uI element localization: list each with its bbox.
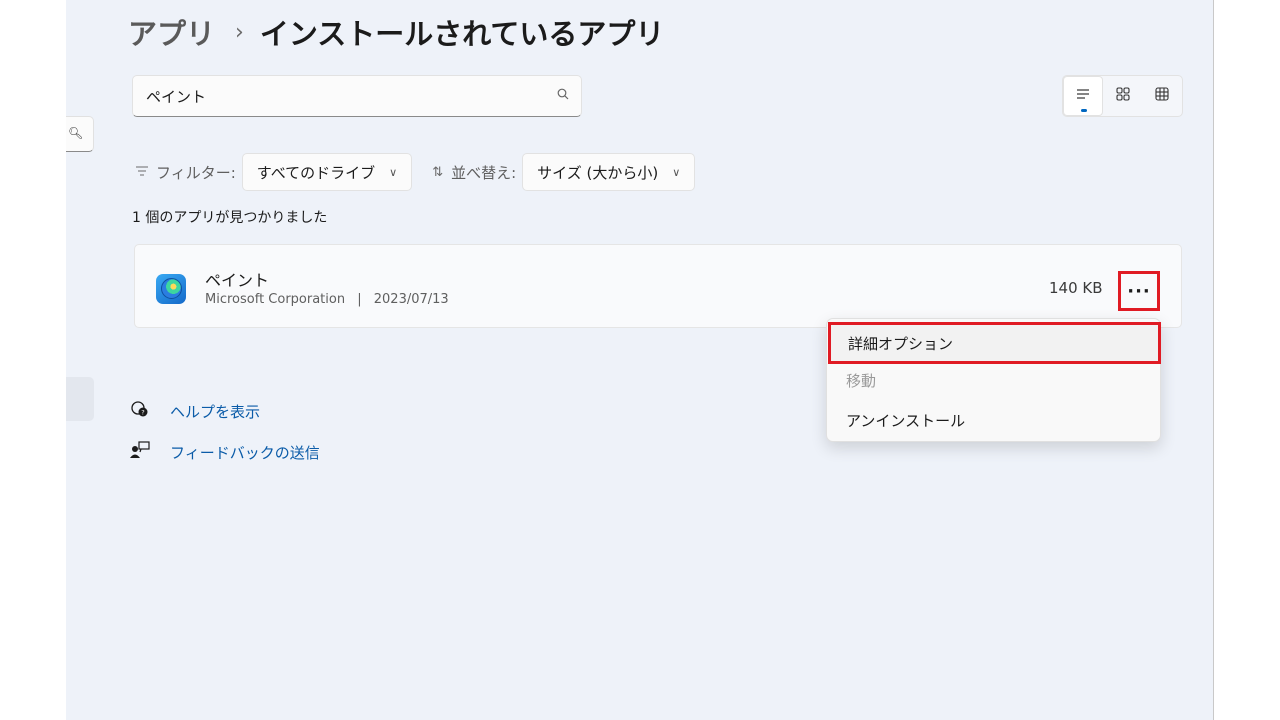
filter-dropdown-value: すべてのドライブ [256,163,376,182]
sort-icon: ⇅ [432,164,444,180]
grid-view-button[interactable] [1103,76,1143,116]
paint-app-icon [156,274,186,304]
chevron-down-icon: ∨ [389,165,398,179]
breadcrumb-apps[interactable]: アプリ [128,11,215,53]
search-input-value[interactable]: ペイント [146,86,206,107]
filter-label-text: フィルター: [156,163,236,182]
menu-item-advanced-options[interactable]: 詳細オプション [828,322,1161,364]
more-options-button[interactable]: ··· [1118,271,1160,311]
feedback-icon [128,441,152,463]
sort-dropdown[interactable]: サイズ (大から小) ∨ [522,153,696,191]
app-size: 140 KB [1049,279,1103,297]
context-menu: 詳細オプション 移動 アンインストール [826,318,1161,442]
table-view-button[interactable] [1142,76,1182,116]
filter-icon [136,165,148,180]
breadcrumb-separator: › [235,19,244,45]
sort-label-text: 並べ替え: [451,163,517,182]
page-title: インストールされているアプリ [259,17,665,51]
app-name: ペイント [205,271,270,290]
breadcrumb: アプリ › インストールされているアプリ [128,10,664,54]
svg-text:?: ? [141,409,144,417]
view-toggle [1062,75,1183,117]
app-publisher: Microsoft Corporation [205,292,346,307]
help-icon: ? [128,400,152,422]
more-icon: ··· [1127,280,1151,302]
get-help-text[interactable]: ヘルプを表示 [170,401,260,422]
feedback-text[interactable]: フィードバックの送信 [170,442,320,463]
search-icon [557,88,569,104]
app-install-date: 2023/07/13 [373,292,449,307]
sidebar-search-box[interactable]: 🔍︎ [66,116,94,152]
chevron-down-icon: ∨ [672,165,681,179]
app-list-item[interactable]: ペイント Microsoft Corporation | 2023/07/13 … [134,244,1182,328]
sidebar-selected-item[interactable] [66,377,94,421]
grid-view-icon [1115,87,1130,105]
settings-window: 🔍︎ アプリ › インストールされているアプリ ペイント フィルター: すべての… [66,0,1214,720]
feedback-link[interactable]: フィードバックの送信 [128,441,320,463]
menu-item-move: 移動 [846,371,877,390]
filter-dropdown[interactable]: すべてのドライブ ∨ [241,153,413,191]
search-input[interactable]: ペイント [132,75,582,117]
app-meta: Microsoft Corporation | 2023/07/13 [205,292,449,307]
table-view-icon [1155,87,1169,105]
filter-label: フィルター: [136,162,236,183]
menu-item-uninstall[interactable]: アンインストール [831,401,1158,439]
list-view-button[interactable] [1063,76,1103,116]
get-help-link[interactable]: ? ヘルプを表示 [128,400,260,422]
meta-separator: | [357,292,362,307]
result-count: 1 個のアプリが見つかりました [132,210,328,226]
list-view-icon [1076,87,1090,105]
sort-dropdown-value: サイズ (大から小) [537,163,659,182]
sort-label: ⇅ 並べ替え: [432,162,516,183]
search-icon: 🔍︎ [68,126,84,140]
filter-sort-row: フィルター: すべてのドライブ ∨ ⇅ 並べ替え: サイズ (大から小) ∨ [136,153,696,191]
